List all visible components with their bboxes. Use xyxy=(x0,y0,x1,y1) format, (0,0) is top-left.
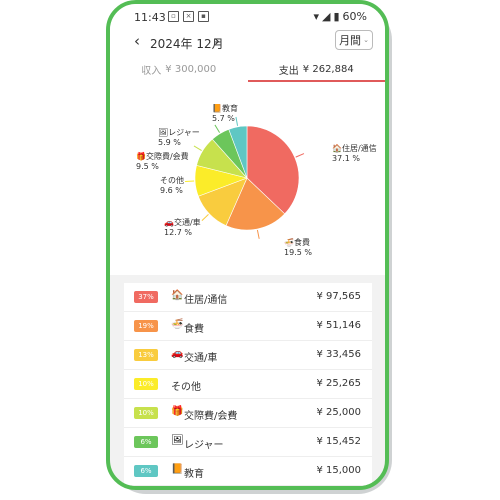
pie-label-other: その他 9.6 % xyxy=(160,176,184,195)
leader-line xyxy=(295,153,305,158)
tab-expense[interactable]: 支出 ¥ 262,884 xyxy=(247,56,386,82)
pie-chart xyxy=(185,116,305,239)
tab-bar: 収入 ¥ 300,000 支出 ¥ 262,884 xyxy=(110,56,385,82)
leader-line xyxy=(256,229,260,239)
category-icon: 🏠 xyxy=(171,290,184,301)
category-icon: 🖼 xyxy=(171,435,184,446)
image-notification-icon: ▫ xyxy=(168,11,179,22)
category-icon: 🎁 xyxy=(171,406,184,417)
percent-badge: 10% xyxy=(134,378,158,390)
signal-icon: ◢ xyxy=(322,10,331,23)
category-label: 食費 xyxy=(184,324,204,335)
percent-badge: 13% xyxy=(134,349,158,361)
period-dropdown[interactable]: 月間 ⌄ xyxy=(335,30,373,50)
status-time: 11:43 xyxy=(134,11,166,24)
pie-label-transport: 🚗交通/車 12.7 % xyxy=(164,218,201,237)
category-icon: 🍜 xyxy=(171,319,184,330)
percent-badge: 19% xyxy=(134,320,158,332)
tab-expense-label: 支出 xyxy=(278,65,299,77)
category-icon: 🚗 xyxy=(171,348,184,359)
category-amount: ¥ 33,456 xyxy=(316,349,361,360)
category-label: その他 xyxy=(171,382,201,393)
category-label: 交通/車 xyxy=(184,353,218,364)
leader-line xyxy=(201,214,209,221)
list-item[interactable]: 6% 🖼 レジャー ¥ 15,452 xyxy=(124,428,372,457)
pie-label-leisure: 🖼レジャー 5.9 % xyxy=(158,128,200,147)
category-amount: ¥ 51,146 xyxy=(316,320,361,331)
pie-label-social: 🎁交際費/会費 9.5 % xyxy=(136,152,189,171)
rice-bowl-icon: 🍜 xyxy=(284,238,294,247)
battery-icon: ▮ xyxy=(333,10,340,23)
next-month-button[interactable]: › xyxy=(214,32,220,50)
list-item[interactable]: 13% 🚗 交通/車 ¥ 33,456 xyxy=(124,341,372,370)
leader-line xyxy=(214,124,221,133)
percent-badge: 37% xyxy=(134,291,158,303)
crossed-notification-icon: × xyxy=(183,11,194,22)
book-icon: 📙 xyxy=(212,104,222,113)
leader-line xyxy=(185,180,195,183)
tab-income[interactable]: 収入 ¥ 300,000 xyxy=(110,56,248,82)
notification-icons: ▫ × ▪ xyxy=(168,11,209,22)
category-amount: ¥ 15,000 xyxy=(316,465,361,476)
wifi-icon: ▾ xyxy=(313,10,320,23)
period-label: 月間 xyxy=(339,34,362,47)
phone-frame: 11:43 ▫ × ▪ ▾ ◢ ▮ 60% ‹ 2024年 12月 › 月間 ⌄… xyxy=(106,0,389,490)
chevron-down-icon: ⌄ xyxy=(363,36,369,44)
tab-income-label: 収入 xyxy=(141,65,162,77)
pie-label-housing: 🏠住居/通信 37.1 % xyxy=(332,144,377,163)
app-notification-icon: ▪ xyxy=(198,11,209,22)
status-right: ▾ ◢ ▮ 60% xyxy=(313,10,367,23)
category-amount: ¥ 15,452 xyxy=(316,436,361,447)
percent-badge: 6% xyxy=(134,436,158,448)
list-item[interactable]: 37% 🏠 住居/通信 ¥ 97,565 xyxy=(124,283,372,312)
category-icon: 📙 xyxy=(171,464,184,475)
month-label: 2024年 12月 xyxy=(150,37,224,51)
percent-badge: 10% xyxy=(134,407,158,419)
category-amount: ¥ 25,000 xyxy=(316,407,361,418)
house-icon: 🏠 xyxy=(332,144,342,153)
picture-icon: 🖼 xyxy=(158,128,169,137)
list-item[interactable]: 6% 📙 教育 ¥ 15,000 xyxy=(124,457,372,486)
pie-label-education: 📙教育 5.7 % xyxy=(212,104,238,123)
pie-label-food: 🍜食費 19.5 % xyxy=(284,238,312,257)
battery-level: 60% xyxy=(342,10,367,23)
category-label: 教育 xyxy=(184,469,204,480)
month-header: ‹ 2024年 12月 › 月間 ⌄ xyxy=(110,30,385,56)
list-item[interactable]: 10% その他 ¥ 25,265 xyxy=(124,370,372,399)
pie-chart-area: 🏠住居/通信 37.1 % 🍜食費 19.5 % 🚗交通/車 12.7 % その… xyxy=(110,82,385,275)
gift-icon: 🎁 xyxy=(136,152,146,161)
category-amount: ¥ 97,565 xyxy=(316,291,361,302)
tab-income-amount: ¥ 300,000 xyxy=(165,63,217,75)
car-icon: 🚗 xyxy=(164,218,174,227)
list-item[interactable]: 10% 🎁 交際費/会費 ¥ 25,000 xyxy=(124,399,372,428)
category-list: 37% 🏠 住居/通信 ¥ 97,565 19% 🍜 食費 ¥ 51,146 13% 🚗 交通/車 ¥… xyxy=(124,283,372,486)
category-label: 交際費/会費 xyxy=(184,411,238,422)
tab-expense-amount: ¥ 262,884 xyxy=(302,63,354,75)
list-item[interactable]: 19% 🍜 食費 ¥ 51,146 xyxy=(124,312,372,341)
prev-month-button[interactable]: ‹ xyxy=(134,32,140,50)
category-label: レジャー xyxy=(184,440,224,451)
percent-badge: 6% xyxy=(134,465,158,477)
category-label: 住居/通信 xyxy=(184,295,228,306)
status-bar: 11:43 ▫ × ▪ ▾ ◢ ▮ 60% xyxy=(110,4,385,30)
category-amount: ¥ 25,265 xyxy=(316,378,361,389)
